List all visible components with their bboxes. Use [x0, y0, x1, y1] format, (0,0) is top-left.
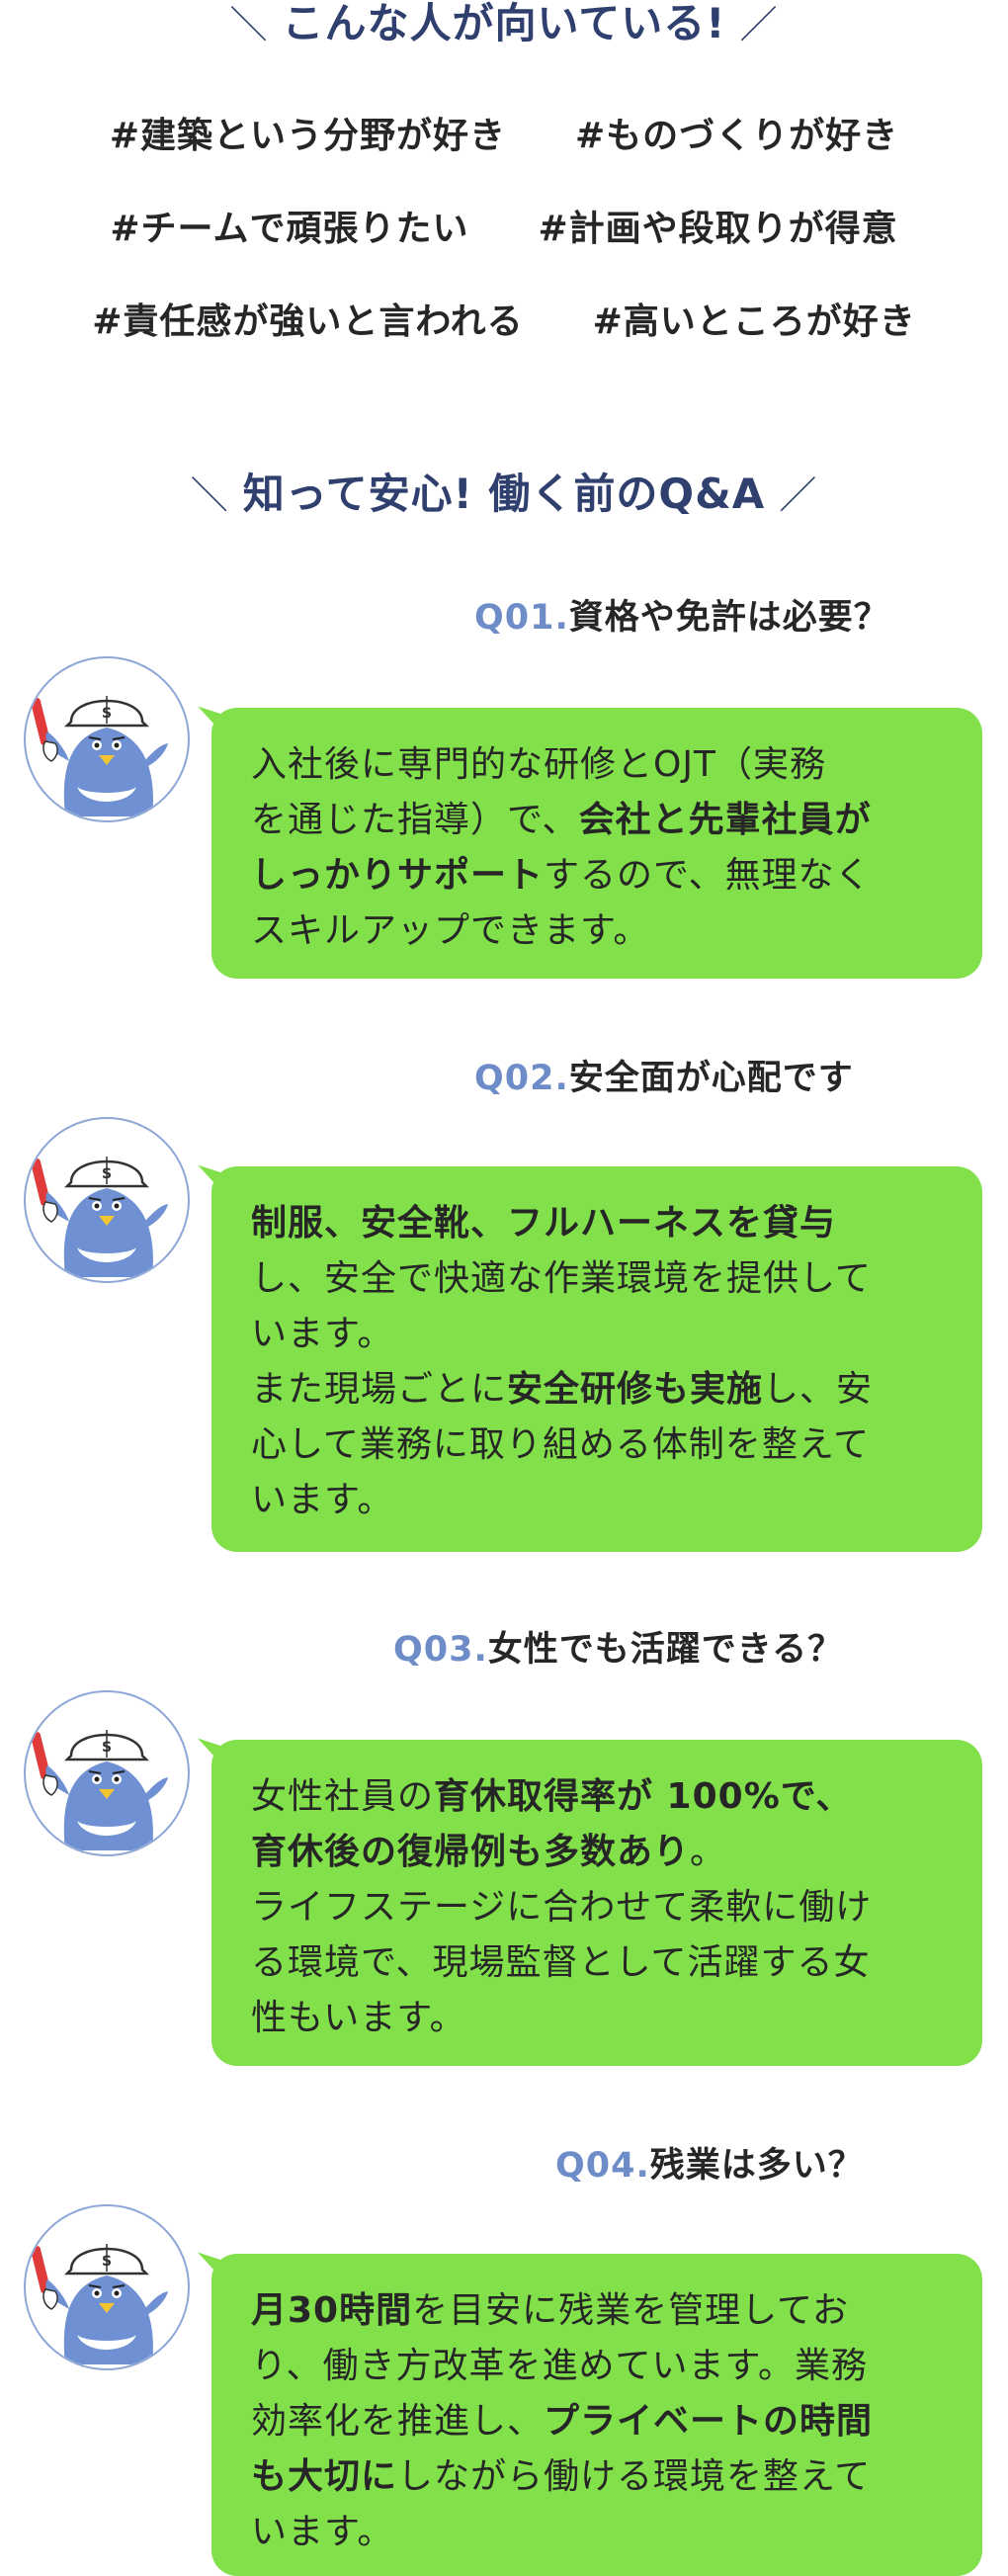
- answer-text: を目安に残業を管理してお: [412, 2290, 849, 2331]
- answer-line: また現場ごとに安全研修も実施し、安: [251, 1362, 945, 1417]
- answer-text: し、安: [763, 1369, 874, 1410]
- answer-text: 。: [690, 1832, 727, 1872]
- qa-heading: ＼ 知って安心! 働く前のQ&A ／: [0, 465, 1008, 525]
- answer-text: また現場ごとに: [251, 1369, 508, 1410]
- suited-for-heading: ＼ こんな人が向いている! ／: [0, 0, 1008, 54]
- answer-line: 心して業務に取り組める体制を整えて: [251, 1417, 945, 1473]
- answer-line: り、働き方改革を進めています。業務: [251, 2339, 945, 2394]
- svg-text:S: S: [102, 1166, 112, 1182]
- question-3: Q03.女性でも活躍できる？: [393, 1621, 843, 1672]
- heading-slash-right: ／: [779, 473, 818, 517]
- answer-bubble-2: 制服、安全靴、フルハーネスを貸与 し、安全で快適な作業環境を提供して います。 また現…: [211, 1166, 982, 1552]
- answer-text: しながら働ける環境を整えて: [397, 2456, 872, 2497]
- question-1: Q01.資格や免許は必要？: [474, 589, 889, 640]
- answer-text: するので、無理なく: [544, 855, 872, 896]
- heading-slash-right: ／: [739, 3, 779, 46]
- answer-line: を通じた指導）で、会社と先輩社員が: [251, 793, 945, 848]
- tag-item: #責任感が強いと言われる: [92, 301, 524, 342]
- tag-item: #計画や段取りが得意: [538, 209, 898, 249]
- answer-emphasis: プライベートの時間: [544, 2401, 874, 2442]
- answer-text: 効率化を推進し、: [251, 2401, 545, 2442]
- answer-line: います。: [251, 1473, 945, 1528]
- question-text: 安全面が心配です: [568, 1059, 854, 1098]
- question-4: Q04.残業は多い？: [555, 2137, 864, 2188]
- answer-text: 性もいます。: [251, 1998, 466, 2038]
- tag-item: #チームで頑張りたい: [110, 209, 469, 249]
- question-text: 女性でも活躍できる？: [487, 1630, 844, 1670]
- question-number: Q02.: [474, 1059, 569, 1098]
- question-text: 残業は多い？: [649, 2146, 864, 2186]
- answer-text: います。: [251, 2512, 394, 2552]
- mascot-bird-icon: S: [30, 696, 168, 816]
- answer-emphasis: 安全研修も実施: [507, 1369, 764, 1410]
- answer-bubble-3: 女性社員の育休取得率が 100%で、 育休後の復帰例も多数あり。 ライフステージに合…: [211, 1740, 982, 2066]
- answer-line: 育休後の復帰例も多数あり。: [251, 1825, 945, 1880]
- answer-line: 性もいます。: [251, 1991, 945, 2046]
- svg-text:S: S: [102, 706, 112, 722]
- answer-emphasis: しっかりサポート: [251, 855, 545, 896]
- heading-slash-left: ＼: [229, 3, 269, 46]
- answer-text: スキルアップできます。: [251, 910, 650, 951]
- mascot-avatar: S: [24, 1690, 190, 1856]
- answer-text: ライフステージに合わせて柔軟に働け: [251, 1887, 873, 1928]
- question-number: Q03.: [393, 1630, 488, 1670]
- mascot-avatar: S: [24, 656, 190, 822]
- answer-line: 入社後に専門的な研修とOJT（実務: [251, 737, 945, 793]
- answer-emphasis: 育休取得率が 100%で、: [434, 1776, 853, 1817]
- answer-emphasis: 制服、安全靴、フルハーネスを貸与: [251, 1203, 837, 1244]
- tag-item: #建築という分野が好き: [109, 116, 506, 156]
- tag-row-1: #建築という分野が好き #ものづくりが好き: [0, 107, 1008, 158]
- answer-bubble-4: 月30時間を目安に残業を管理してお り、働き方改革を進めています。業務 効率化を推進…: [211, 2254, 982, 2576]
- answer-line: 月30時間を目安に残業を管理してお: [251, 2283, 945, 2339]
- answer-emphasis: 会社と先輩社員が: [578, 800, 872, 840]
- question-number: Q01.: [474, 598, 569, 638]
- answer-line: ライフステージに合わせて柔軟に働け: [251, 1880, 945, 1935]
- answer-text: 心して業務に取り組める体制を整えて: [251, 1424, 871, 1465]
- answer-line: 女性社員の育休取得率が 100%で、: [251, 1769, 945, 1825]
- answer-text: 入社後に専門的な研修とOJT（実務: [251, 744, 826, 785]
- mascot-bird-icon: S: [30, 1157, 168, 1277]
- answer-text: し、安全で快適な作業環境を提供して: [251, 1258, 872, 1299]
- mascot-bird-icon: S: [30, 2244, 168, 2364]
- mascot-avatar: S: [24, 1117, 190, 1283]
- svg-text:S: S: [102, 2254, 112, 2270]
- tag-row-3: #責任感が強いと言われる #高いところが好き: [0, 293, 1008, 344]
- tag-item: #高いところが好き: [592, 301, 916, 342]
- answer-text: り、働き方改革を進めています。業務: [251, 2346, 868, 2386]
- answer-emphasis: 育休後の復帰例も多数あり: [251, 1832, 691, 1872]
- answer-line: る環境で、現場監督として活躍する女: [251, 1935, 945, 1991]
- answer-line: スキルアップできます。: [251, 903, 945, 959]
- answer-bubble-1: 入社後に専門的な研修とOJT（実務 を通じた指導）で、会社と先輩社員が しっかりサポ…: [211, 708, 982, 979]
- answer-line: います。: [251, 2505, 945, 2560]
- answer-line: 効率化を推進し、プライベートの時間: [251, 2394, 945, 2449]
- mascot-bird-icon: S: [30, 1730, 168, 1850]
- answer-line: しっかりサポートするので、無理なく: [251, 848, 945, 903]
- answer-line: 制服、安全靴、フルハーネスを貸与: [251, 1196, 945, 1251]
- tag-item: #ものづくりが好き: [575, 116, 899, 156]
- answer-text: います。: [251, 1314, 394, 1354]
- question-number: Q04.: [555, 2146, 650, 2186]
- answer-text: る環境で、現場監督として活躍する女: [251, 1942, 871, 1983]
- answer-line: も大切にしながら働ける環境を整えて: [251, 2449, 945, 2505]
- question-2: Q02.安全面が心配です: [474, 1050, 854, 1100]
- svg-text:S: S: [102, 1740, 112, 1756]
- qa-title: 知って安心! 働く前のQ&A: [242, 470, 766, 518]
- answer-text: 女性社員の: [251, 1776, 435, 1817]
- answer-emphasis: 月30時間: [251, 2290, 413, 2331]
- heading-slash-left: ＼: [190, 473, 229, 517]
- answer-line: います。: [251, 1307, 945, 1362]
- suited-for-title: こんな人が向いている!: [282, 0, 726, 47]
- mascot-avatar: S: [24, 2204, 190, 2370]
- answer-text: を通じた指導）で、: [251, 800, 579, 840]
- answer-text: います。: [251, 1480, 394, 1520]
- answer-emphasis: も大切に: [251, 2456, 398, 2497]
- tag-row-2: #チームで頑張りたい #計画や段取りが得意: [0, 200, 1008, 251]
- answer-line: し、安全で快適な作業環境を提供して: [251, 1251, 945, 1307]
- question-text: 資格や免許は必要？: [568, 598, 889, 638]
